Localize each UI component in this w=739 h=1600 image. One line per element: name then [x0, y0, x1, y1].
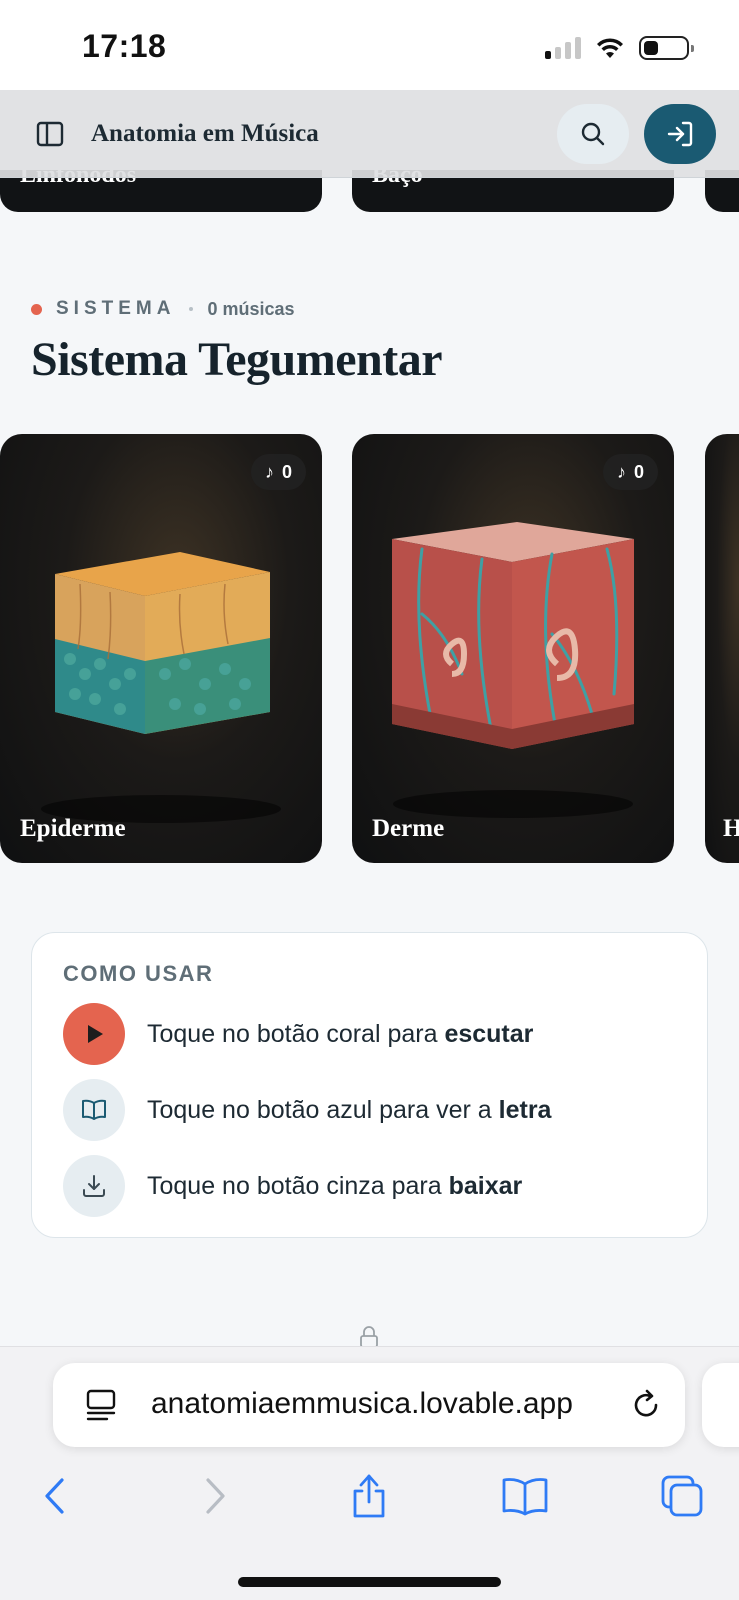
search-button[interactable] [557, 104, 629, 164]
share-button[interactable] [344, 1471, 394, 1521]
tabs-icon [661, 1475, 703, 1517]
how-to-use-title: COMO USAR [63, 961, 214, 986]
home-indicator [238, 1577, 501, 1587]
login-icon [667, 121, 693, 147]
login-button[interactable] [644, 104, 716, 164]
bookmarks-button[interactable] [500, 1471, 550, 1521]
sidebar-toggle-button[interactable] [30, 114, 70, 154]
section-dot [31, 303, 42, 315]
reload-icon[interactable] [628, 1387, 664, 1423]
next-tab-peek[interactable] [702, 1363, 739, 1447]
how-to-row-lyrics: Toque no botão azul para ver a letra [63, 1079, 551, 1141]
card-label: H [723, 815, 739, 842]
chevron-right-icon [206, 1478, 225, 1514]
badge-count: 0 [281, 461, 292, 482]
card-derme[interactable]: ♪ 0 Derme [352, 434, 674, 863]
url-text[interactable]: anatomiaemmusica.lovable.app [151, 1387, 621, 1421]
cellular-signal-icon [545, 37, 581, 59]
back-button[interactable] [30, 1471, 80, 1521]
how-to-text: Toque no botão coral para escutar [147, 1019, 534, 1048]
song-count-badge: ♪ 0 [250, 454, 306, 490]
card-partial-next[interactable]: H [705, 434, 739, 863]
status-bar: 17:18 [0, 0, 739, 90]
lock-icon [360, 1326, 378, 1348]
section-meta: SISTEMA 0 músicas [31, 298, 295, 320]
page-menu-icon[interactable] [85, 1389, 119, 1421]
section-kicker: SISTEMA [56, 298, 176, 319]
sidebar-icon [36, 121, 64, 147]
how-to-use-panel: COMO USAR Toque no botão coral para escu… [31, 932, 708, 1238]
derme-illustration [392, 522, 634, 818]
how-to-text: Toque no botão cinza para baixar [147, 1171, 523, 1200]
browser-chrome: anatomiaemmusica.lovable.app [0, 1346, 739, 1600]
app-title[interactable]: Anatomia em Música [91, 120, 319, 148]
music-note-icon: ♪ [616, 461, 626, 482]
card-label: Epiderme [20, 815, 126, 842]
play-icon [88, 1025, 103, 1043]
song-count-badge: ♪ 0 [602, 454, 658, 490]
search-icon [581, 122, 605, 146]
epiderme-illustration [41, 552, 281, 823]
card-epiderme[interactable]: ♪ 0 Epiderme [0, 434, 322, 863]
meta-separator [189, 307, 194, 311]
forward-button[interactable] [190, 1471, 240, 1521]
card-label: Derme [372, 815, 445, 842]
battery-icon [639, 36, 694, 60]
badge-count: 0 [633, 461, 644, 482]
download-icon [83, 1175, 105, 1197]
music-note-icon: ♪ [264, 461, 274, 482]
how-to-row-listen: Toque no botão coral para escutar [63, 1003, 533, 1065]
section-title: Sistema Tegumentar [31, 333, 443, 386]
status-icons [545, 36, 694, 60]
status-time: 17:18 [82, 28, 167, 64]
lyrics-button-sample [63, 1079, 125, 1141]
play-button-sample [63, 1003, 125, 1065]
section-song-count: 0 músicas [207, 298, 295, 319]
download-button-sample [63, 1155, 125, 1217]
tabs-button[interactable] [657, 1471, 707, 1521]
app-header: Anatomia em Música [0, 90, 739, 178]
share-icon [353, 1474, 385, 1518]
address-bar[interactable]: anatomiaemmusica.lovable.app [53, 1363, 685, 1447]
how-to-text: Toque no botão azul para ver a letra [147, 1095, 552, 1124]
book-icon [82, 1099, 106, 1120]
chevron-left-icon [45, 1478, 64, 1514]
bookmarks-icon [502, 1478, 548, 1516]
how-to-row-download: Toque no botão cinza para baixar [63, 1155, 522, 1217]
wifi-icon [597, 38, 623, 58]
